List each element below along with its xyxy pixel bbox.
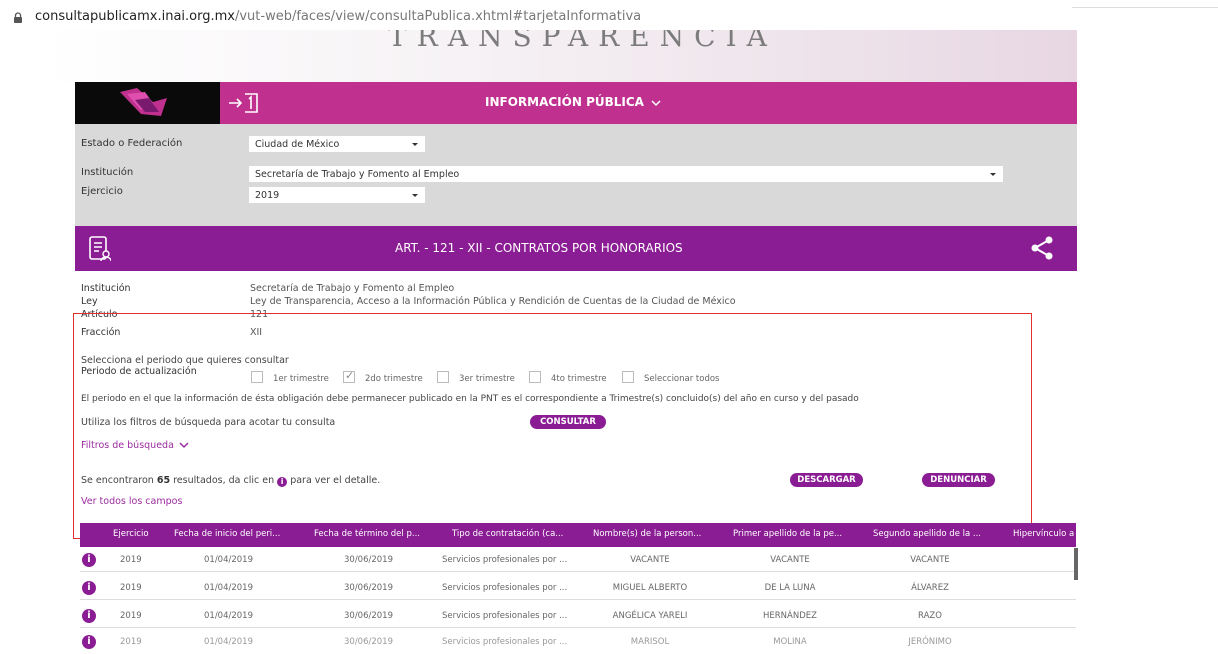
denunciar-button[interactable]: DENUNCIAR: [922, 473, 995, 487]
filtros-busqueda-link[interactable]: Filtros de búsqueda: [81, 440, 189, 451]
table-cell: 2019: [120, 611, 142, 621]
table-cell: 01/04/2019: [204, 637, 253, 647]
browser-url-bar[interactable]: consultapublicamx.inai.org.mx/vut-web/fa…: [0, 0, 1218, 34]
table-cell: 30/06/2019: [344, 555, 393, 565]
results-summary: Se encontraron 65 resultados, da clic en…: [81, 475, 381, 487]
checkbox-1er-trimestre[interactable]: [251, 371, 263, 383]
info-icon[interactable]: i: [82, 635, 96, 649]
informacion-publica-menu[interactable]: INFORMACIÓN PÚBLICA: [485, 95, 661, 109]
share-icon[interactable]: [1030, 236, 1054, 260]
caret-down-icon: [412, 194, 418, 197]
descargar-button[interactable]: DESCARGAR: [790, 473, 863, 487]
chevron-down-icon: [651, 99, 661, 106]
table-row[interactable]: i 2019 01/04/2019 30/06/2019 Servicios p…: [80, 550, 1076, 572]
checkbox-3er-trimestre[interactable]: [437, 371, 449, 383]
checkbox-4to-trimestre[interactable]: [529, 371, 541, 383]
table-cell: 2019: [120, 637, 142, 647]
article-header: ART. - 121 - XII - CONTRATOS POR HONORAR…: [75, 226, 1077, 271]
table-cell: 01/04/2019: [204, 611, 253, 621]
table-cell: JERÓNIMO: [908, 637, 952, 647]
periodo-note: El periodo en el que la información de é…: [81, 394, 859, 404]
results-count: 65: [156, 475, 171, 486]
site-logo[interactable]: [75, 82, 220, 124]
estado-select[interactable]: Ciudad de México: [249, 136, 425, 152]
divider: [1072, 7, 1218, 8]
filters-panel: Estado o Federación Ciudad de México Ins…: [75, 124, 1077, 226]
banner-title: TRANSPARENCIA: [388, 30, 777, 53]
caret-down-icon: [412, 143, 418, 146]
table-cell: VACANTE: [910, 555, 950, 565]
table-cell: 2019: [120, 555, 142, 565]
table-cell: 30/06/2019: [344, 583, 393, 593]
column-header[interactable]: Fecha de inicio del peri...: [174, 529, 280, 539]
periodo-label: Periodo de actualización: [81, 366, 197, 377]
info-icon[interactable]: i: [82, 553, 96, 567]
table-cell: 2019: [120, 583, 142, 593]
column-header[interactable]: Primer apellido de la pe...: [733, 529, 842, 539]
table-cell: 30/06/2019: [344, 611, 393, 621]
table-cell: 30/06/2019: [344, 637, 393, 647]
info-icon: i: [277, 477, 288, 487]
table-cell: RAZO: [918, 611, 942, 621]
table-scrollbar[interactable]: [1074, 548, 1078, 580]
periodo-prompt: Selecciona el periodo que quieres consul…: [81, 355, 289, 366]
column-header[interactable]: Segundo apellido de la ...: [873, 529, 981, 539]
info-ley-label: Ley: [81, 296, 98, 307]
estado-label: Estado o Federación: [81, 138, 183, 149]
article-title: ART. - 121 - XII - CONTRATOS POR HONORAR…: [395, 241, 683, 255]
login-icon[interactable]: [227, 91, 267, 115]
checkbox-label: Seleccionar todos: [644, 374, 720, 384]
info-ley-value: Ley de Transparencia, Acceso a la Inform…: [250, 296, 736, 307]
checkbox-label: 1er trimestre: [273, 374, 329, 384]
checkbox-label: 3er trimestre: [459, 374, 515, 384]
consultar-button[interactable]: CONSULTAR: [530, 415, 606, 429]
table-row[interactable]: i 2019 01/04/2019 30/06/2019 Servicios p…: [80, 606, 1076, 628]
info-institucion-label: Institución: [81, 283, 131, 294]
results-table-header: Ejercicio Fecha de inicio del peri... Fe…: [80, 523, 1076, 547]
table-cell: ÁLVAREZ: [911, 583, 949, 593]
table-cell: MARISOL: [630, 637, 670, 647]
table-cell: ANGÉLICA YARELI: [612, 611, 688, 621]
table-cell: MOLINA: [773, 637, 807, 647]
info-icon[interactable]: i: [82, 609, 96, 623]
institucion-select[interactable]: Secretaría de Trabajo y Fomento al Emple…: [249, 166, 1003, 182]
ejercicio-select[interactable]: 2019: [249, 187, 425, 203]
info-institucion-value: Secretaría de Trabajo y Fomento al Emple…: [250, 283, 455, 294]
table-cell: 01/04/2019: [204, 583, 253, 593]
search-hint: Utiliza los filtros de búsqueda para aco…: [81, 417, 336, 428]
ejercicio-label: Ejercicio: [81, 186, 123, 197]
table-cell: VACANTE: [630, 555, 670, 565]
chevron-down-icon: [179, 442, 189, 449]
checkbox-seleccionar-todos[interactable]: [622, 371, 634, 383]
document-user-icon: [89, 236, 111, 262]
table-cell: MIGUEL ALBERTO: [612, 583, 688, 593]
institucion-label: Institución: [81, 167, 134, 178]
column-header[interactable]: Tipo de contratación (ca...: [452, 529, 563, 539]
table-row[interactable]: i 2019 01/04/2019 30/06/2019 Servicios p…: [80, 632, 1076, 654]
main-navbar: INFORMACIÓN PÚBLICA: [75, 82, 1077, 124]
header-banner: TRANSPARENCIA: [48, 30, 1077, 82]
table-cell: VACANTE: [770, 555, 810, 565]
lock-icon: [14, 12, 22, 23]
checkbox-label: 2do trimestre: [365, 374, 423, 384]
info-icon[interactable]: i: [82, 581, 96, 595]
table-cell: Servicios profesionales por ...: [442, 611, 568, 621]
column-header[interactable]: Nombre(s) de la person...: [593, 529, 701, 539]
ver-todos-campos-link[interactable]: Ver todos los campos: [81, 496, 182, 507]
table-cell: HERNÁNDEZ: [763, 611, 817, 621]
column-header[interactable]: Fecha de término del p...: [314, 529, 420, 539]
table-cell: DE LA LUNA: [764, 583, 816, 593]
table-cell: Servicios profesionales por ...: [442, 555, 568, 565]
table-row[interactable]: i 2019 01/04/2019 30/06/2019 Servicios p…: [80, 578, 1076, 600]
column-header[interactable]: Hipervínculo a: [1013, 529, 1074, 539]
checkbox-label: 4to trimestre: [551, 374, 607, 384]
caret-down-icon: [990, 173, 996, 176]
checkbox-2do-trimestre[interactable]: [343, 369, 355, 383]
column-header[interactable]: Ejercicio: [113, 529, 149, 539]
table-cell: 01/04/2019: [204, 555, 253, 565]
table-cell: Servicios profesionales por ...: [442, 583, 568, 593]
url-text: consultapublicamx.inai.org.mx/vut-web/fa…: [35, 9, 642, 24]
table-cell: Servicios profesionales por ...: [442, 637, 568, 647]
